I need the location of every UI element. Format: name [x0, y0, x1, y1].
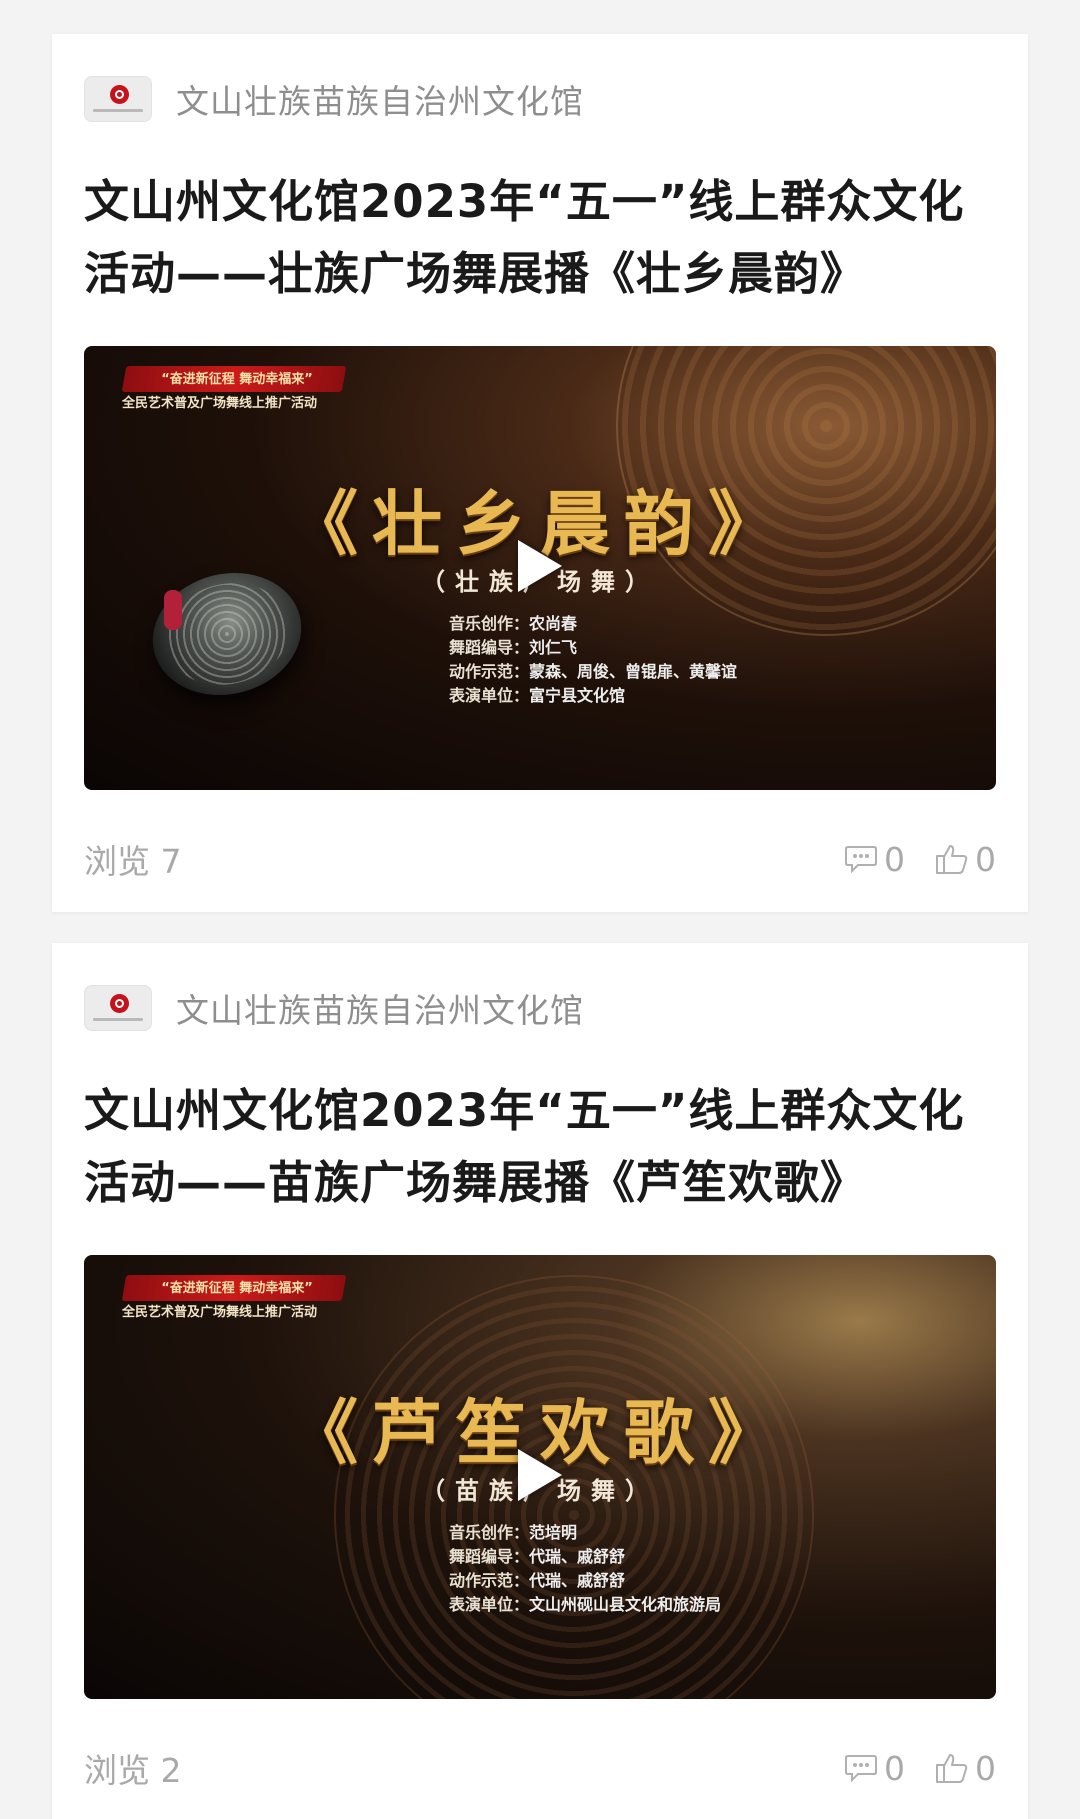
source-row[interactable]: 文山壮族苗族自治州文化馆 — [84, 985, 584, 1031]
like-count: 0 — [975, 839, 996, 879]
source-name[interactable]: 文山壮族苗族自治州文化馆 — [176, 984, 584, 1032]
thumbs-up-icon — [936, 1754, 968, 1783]
comment-button[interactable]: 0 — [844, 840, 905, 879]
credit-row: 舞蹈编导：代瑞、戚舒舒 — [449, 1547, 626, 1566]
article-card[interactable]: 文山壮族苗族自治州文化馆 文山州文化馆2023年“五一”线上群众文化活动——壮族… — [52, 34, 1028, 912]
video-credits: 音乐创作：农尚春 舞蹈编导：刘仁飞 动作示范：蒙森、周俊、曾锟扉、黄馨谊 表演单… — [449, 612, 737, 708]
credit-row: 音乐创作：农尚春 — [449, 614, 578, 633]
comment-count: 0 — [884, 1748, 905, 1788]
credit-row: 表演单位：富宁县文化馆 — [449, 686, 626, 705]
source-logo — [84, 76, 152, 122]
article-card[interactable]: 文山壮族苗族自治州文化馆 文山州文化馆2023年“五一”线上群众文化活动——苗族… — [52, 943, 1028, 1819]
logo-mark-icon — [110, 85, 129, 104]
video-thumbnail[interactable]: “奋进新征程 舞动幸福来” 全民艺术普及广场舞线上推广活动 《芦笙欢歌》 （苗族… — [84, 1255, 996, 1699]
play-icon[interactable] — [518, 540, 562, 592]
credit-row: 音乐创作：范培明 — [449, 1523, 578, 1542]
play-icon[interactable] — [518, 1449, 562, 1501]
thumbs-up-icon — [936, 845, 968, 874]
article-footer: 浏览 2 0 0 — [84, 1743, 996, 1793]
view-count: 浏览 7 — [84, 842, 182, 881]
like-button[interactable]: 0 — [935, 840, 996, 879]
credit-row: 舞蹈编导：刘仁飞 — [449, 638, 578, 657]
view-count: 浏览 2 — [84, 1751, 182, 1790]
article-title[interactable]: 文山州文化馆2023年“五一”线上群众文化活动——壮族广场舞展播《壮乡晨韵》 — [84, 166, 988, 310]
video-slogan: “奋进新征程 舞动幸福来” — [161, 1281, 313, 1296]
source-logo — [84, 985, 152, 1031]
video-credits: 音乐创作：范培明 舞蹈编导：代瑞、戚舒舒 动作示范：代瑞、戚舒舒 表演单位：文山… — [449, 1521, 721, 1617]
logo-mark-icon — [110, 994, 129, 1013]
source-row[interactable]: 文山壮族苗族自治州文化馆 — [84, 76, 584, 122]
like-count: 0 — [975, 1748, 996, 1788]
comment-count: 0 — [884, 839, 905, 879]
like-button[interactable]: 0 — [935, 1749, 996, 1788]
video-thumbnail[interactable]: “奋进新征程 舞动幸福来” 全民艺术普及广场舞线上推广活动 《壮乡晨韵》 （壮族… — [84, 346, 996, 790]
article-footer: 浏览 7 0 0 — [84, 834, 996, 884]
credit-row: 动作示范：蒙森、周俊、曾锟扉、黄馨谊 — [449, 662, 738, 681]
video-slogan: “奋进新征程 舞动幸福来” — [161, 372, 313, 387]
article-title[interactable]: 文山州文化馆2023年“五一”线上群众文化活动——苗族广场舞展播《芦笙欢歌》 — [84, 1075, 988, 1219]
comment-bubble-icon — [845, 846, 877, 874]
video-subslogan: 全民艺术普及广场舞线上推广活动 — [122, 1305, 318, 1320]
source-name[interactable]: 文山壮族苗族自治州文化馆 — [176, 75, 584, 123]
credit-row: 动作示范：代瑞、戚舒舒 — [449, 1571, 626, 1590]
credit-row: 表演单位：文山州砚山县文化和旅游局 — [449, 1595, 722, 1614]
video-subslogan: 全民艺术普及广场舞线上推广活动 — [122, 396, 318, 411]
comment-button[interactable]: 0 — [844, 1749, 905, 1788]
comment-bubble-icon — [845, 1755, 877, 1783]
